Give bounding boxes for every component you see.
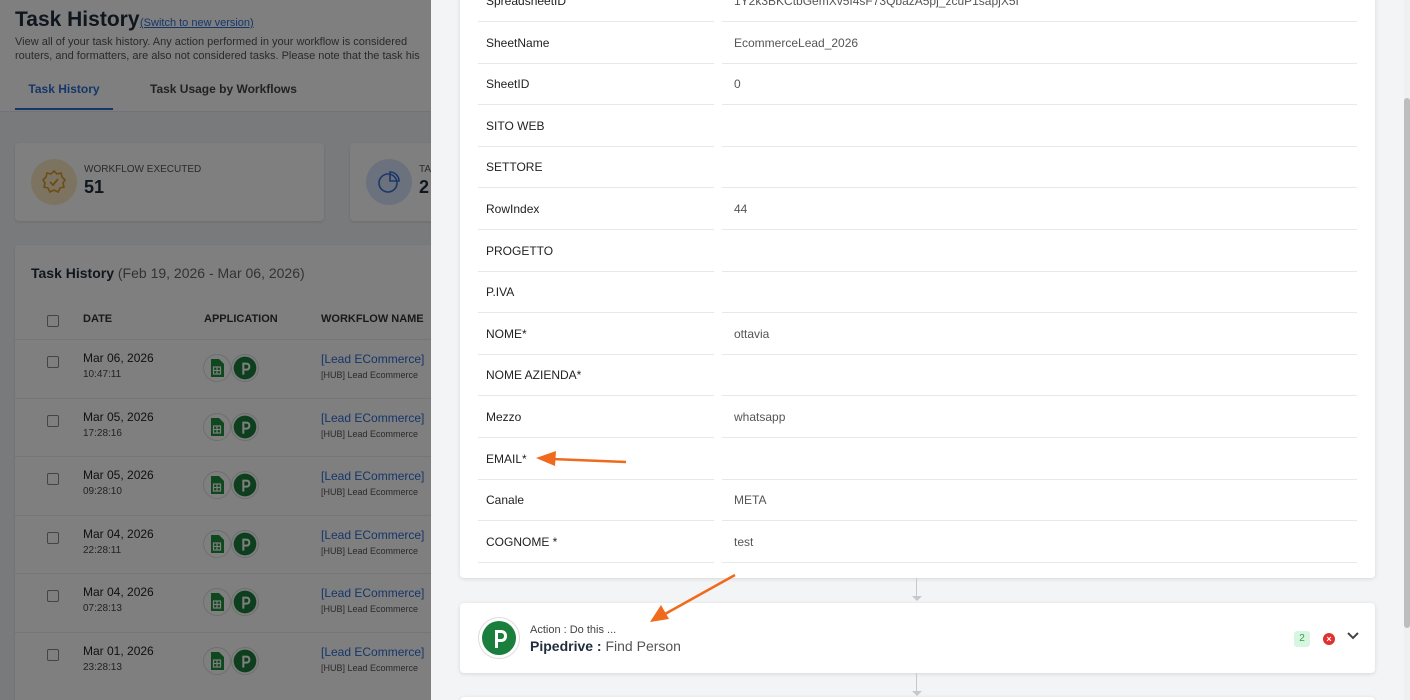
action-app-name: Pipedrive :: [530, 638, 602, 654]
field-row: NOME AZIENDA*: [478, 354, 1357, 397]
scrollbar-thumb[interactable]: [1404, 98, 1410, 628]
panel-scrollbar[interactable]: [1404, 0, 1410, 700]
action-event-name: Find Person: [605, 638, 681, 654]
action-kicker: Action : Do this ...: [530, 624, 617, 636]
field-row: RowIndex 44: [478, 188, 1357, 230]
field-value: ottavia: [734, 326, 770, 341]
field-row: SheetID 0: [478, 63, 1357, 106]
field-row: Canale META: [478, 479, 1357, 522]
field-row: SITO WEB: [478, 105, 1357, 147]
field-row: COGNOME * test: [478, 521, 1357, 563]
field-key: P.IVA: [486, 285, 515, 300]
step-connector: [916, 578, 917, 596]
field-value: 0: [734, 77, 741, 92]
divider: [714, 561, 722, 563]
field-row: SpreadsheetID 1Y2k3BKCtbGemXv5I4sF73QbazA…: [478, 0, 1357, 22]
field-row: P.IVA: [478, 271, 1357, 314]
action-step-card[interactable]: Action : Do this ... Pipedrive : Find Pe…: [460, 603, 1375, 673]
field-key: SheetID: [486, 77, 530, 92]
field-value: EcommerceLead_2026: [734, 35, 859, 50]
field-row: EMAIL*: [478, 438, 1357, 480]
field-key: SETTORE: [486, 160, 543, 175]
field-key: SpreadsheetID: [486, 0, 567, 8]
field-key: Canale: [486, 493, 525, 508]
connector-arrow-icon: [912, 596, 922, 601]
step-data-card: SpreadsheetID 1Y2k3BKCtbGemXv5I4sF73QbazA…: [460, 0, 1375, 578]
field-row: PROGETTO: [478, 230, 1357, 272]
field-value: META: [734, 493, 767, 508]
connector-arrow-icon: [912, 691, 922, 696]
field-key: PROGETTO: [486, 243, 554, 258]
field-row: SETTORE: [478, 146, 1357, 189]
field-value: 1Y2k3BKCtbGemXv5I4sF73QbazA5pj_zcuP1sapj…: [734, 0, 1019, 8]
task-detail-panel: SpreadsheetID 1Y2k3BKCtbGemXv5I4sF73QbazA…: [431, 0, 1410, 700]
modal-overlay[interactable]: [0, 0, 431, 700]
action-title: Pipedrive : Find Person: [530, 638, 681, 654]
field-value: 44: [734, 202, 748, 216]
chevron-down-icon[interactable]: [1346, 629, 1360, 643]
field-key: NOME*: [486, 326, 527, 341]
field-key: SITO WEB: [486, 118, 545, 133]
field-key: SheetName: [486, 35, 550, 50]
field-key: COGNOME *: [486, 534, 558, 549]
field-value: test: [734, 534, 754, 549]
field-key: Mezzo: [486, 410, 522, 424]
step-connector: [916, 673, 917, 691]
field-key: RowIndex: [486, 202, 540, 216]
error-icon: ×: [1323, 633, 1335, 645]
field-row: NOME* ottavia: [478, 313, 1357, 355]
field-value: whatsapp: [734, 410, 786, 424]
field-row: Mezzo whatsapp: [478, 396, 1357, 438]
field-key: EMAIL*: [486, 451, 527, 466]
task-count-badge: 2: [1294, 631, 1310, 647]
pipedrive-logo-icon: [478, 617, 520, 659]
field-row: SheetName EcommerceLead_2026: [478, 22, 1357, 64]
field-key: NOME AZIENDA*: [486, 368, 582, 383]
